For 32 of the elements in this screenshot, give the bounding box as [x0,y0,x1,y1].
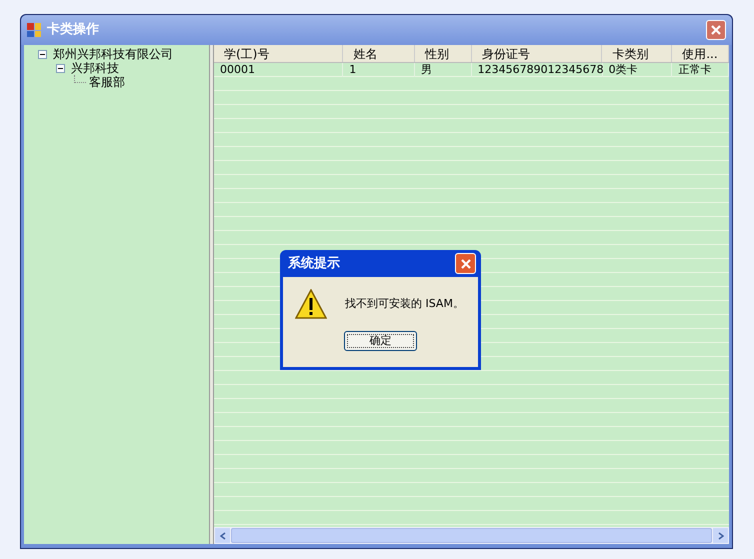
table-cell: 1 [343,63,415,77]
close-icon [460,258,472,270]
column-header[interactable]: 使用... [672,45,729,62]
tree-line [74,75,86,83]
table-cell: 123456789012345678 [472,63,603,77]
table-cell: 00001 [214,63,344,77]
table-cell: 0类卡 [602,63,672,77]
close-icon [710,24,722,36]
close-button[interactable] [706,20,726,40]
ok-button[interactable]: 确定 [344,331,417,351]
window-title: 卡类操作 [47,21,100,40]
column-header[interactable]: 性别 [415,45,472,62]
app-icon [27,23,41,37]
column-header[interactable]: 身份证号 [472,45,602,62]
warning-icon [295,289,327,319]
scroll-right-button[interactable] [713,528,728,543]
table-cell: 正常卡 [672,63,729,77]
collapse-toggle[interactable] [38,50,47,58]
table-cell: 男 [414,63,472,77]
tree-item[interactable]: 客服部 [89,75,125,89]
tree-item[interactable]: 郑州兴邦科技有限公司 [53,47,173,61]
tree-item[interactable]: 兴邦科技 [71,61,119,75]
dialog-message: 找不到可安装的 ISAM。 [345,296,464,312]
column-header[interactable]: 学(工)号 [214,45,344,62]
column-header[interactable]: 姓名 [343,45,416,62]
horizontal-scrollbar[interactable] [214,527,729,544]
dialog-title: 系统提示 [288,254,341,273]
scroll-left-button[interactable] [215,528,230,543]
scroll-thumb[interactable] [231,528,712,543]
close-button[interactable] [455,253,476,274]
column-header[interactable]: 卡类别 [602,45,672,62]
collapse-toggle[interactable] [56,64,65,72]
